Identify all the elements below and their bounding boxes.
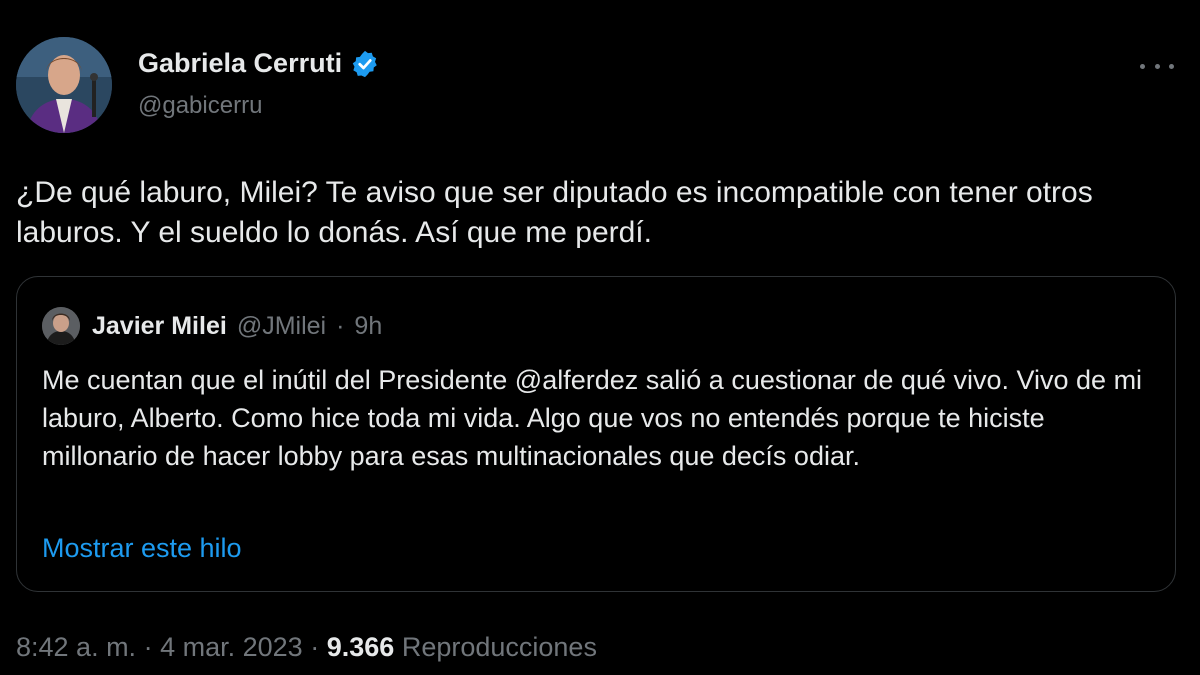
author-name[interactable]: Gabriela Cerruti	[138, 48, 342, 79]
quoted-tweet-header: Javier Milei @JMilei · 9h	[92, 312, 382, 341]
separator-dot: ·	[310, 632, 320, 662]
views-count: 9.366	[326, 632, 395, 662]
quoted-author-name[interactable]: Javier Milei	[92, 312, 227, 341]
author-avatar[interactable]	[16, 37, 112, 133]
tweet-footer: 8:42 a. m. · 4 mar. 2023 · 9.366 Reprodu…	[16, 632, 597, 663]
quoted-tweet[interactable]: Javier Milei @JMilei · 9h Me cuentan que…	[16, 276, 1176, 592]
separator-dot: ·	[143, 632, 153, 662]
quoted-author-avatar[interactable]	[42, 307, 80, 345]
tweet-text: ¿De qué laburo, Milei? Te aviso que ser …	[16, 176, 1093, 249]
separator-dot: ·	[336, 312, 345, 340]
views-label: Reproducciones	[401, 632, 597, 662]
quoted-tweet-text: Me cuentan que el inútil del Presidente …	[42, 365, 1143, 471]
more-options-icon[interactable]	[1140, 56, 1174, 76]
author-handle[interactable]: @gabicerru	[138, 92, 262, 120]
show-thread-link[interactable]: Mostrar este hilo	[42, 533, 242, 564]
quoted-tweet-time[interactable]: 9h	[354, 312, 382, 341]
tweet-date[interactable]: 4 mar. 2023	[160, 632, 303, 662]
verified-badge-icon	[350, 49, 380, 79]
quoted-author-handle[interactable]: @JMilei	[237, 312, 326, 341]
tweet-time[interactable]: 8:42 a. m.	[16, 632, 136, 662]
author-name-row[interactable]: Gabriela Cerruti	[138, 48, 380, 79]
